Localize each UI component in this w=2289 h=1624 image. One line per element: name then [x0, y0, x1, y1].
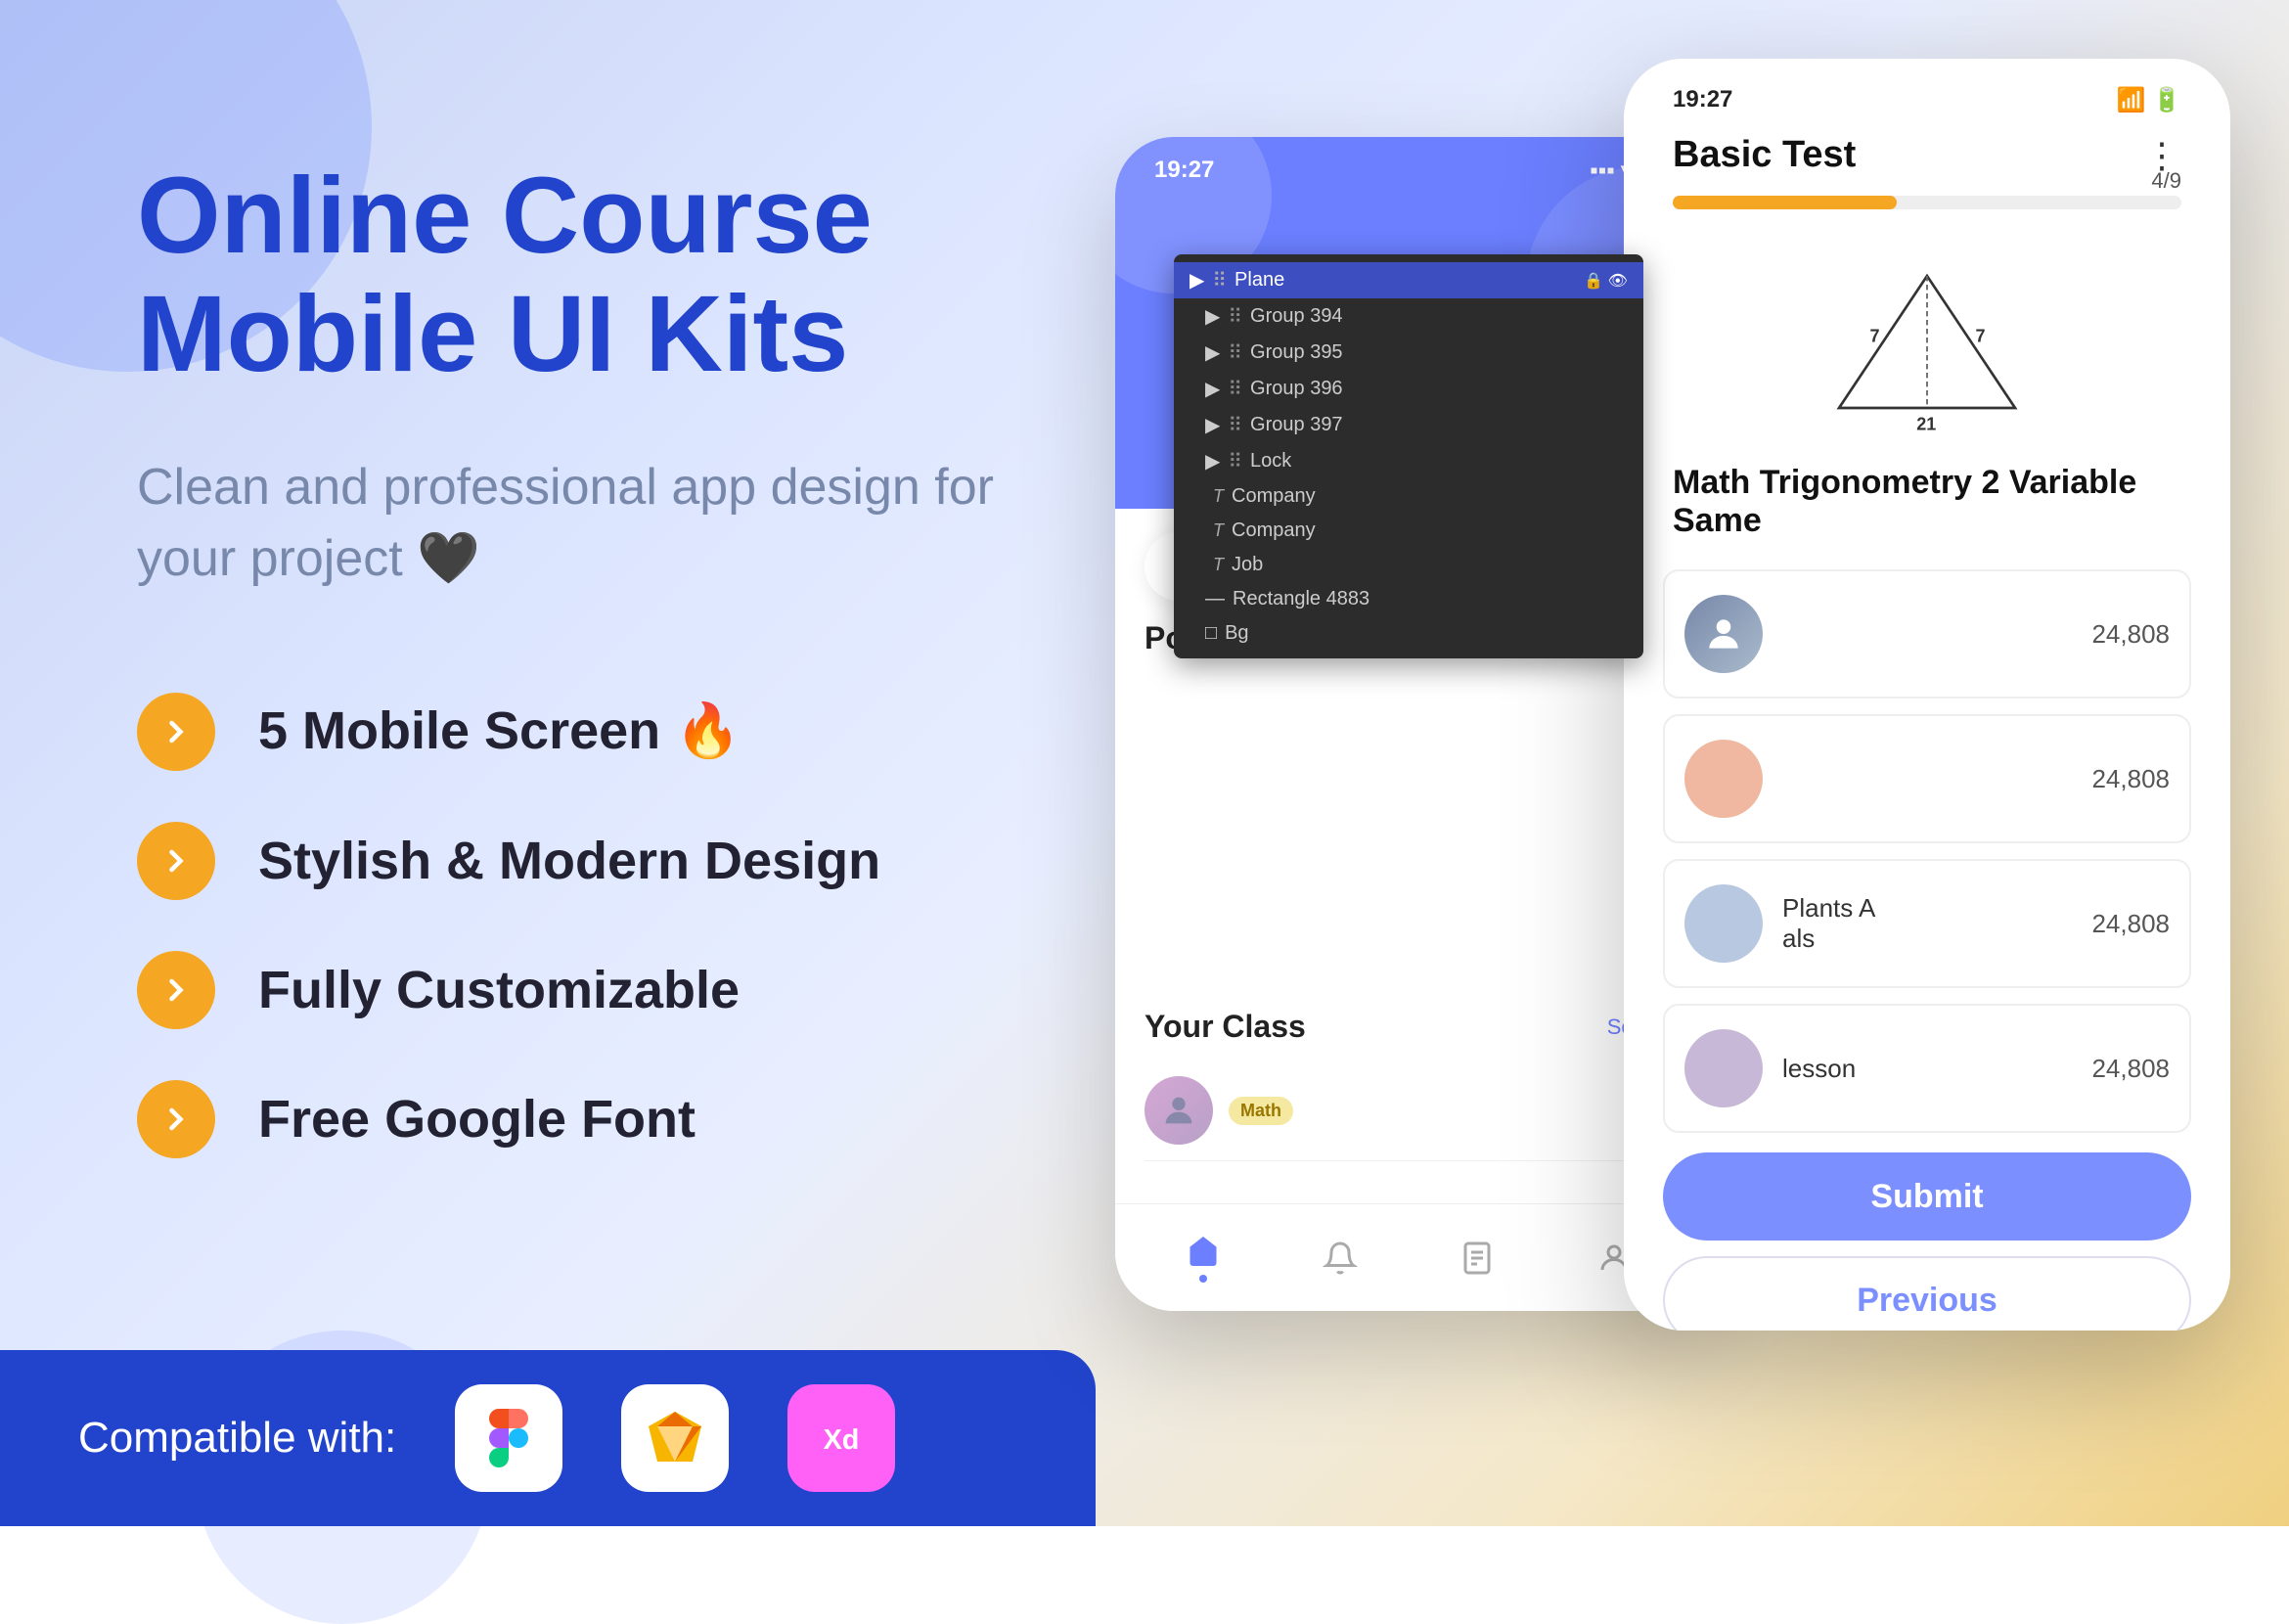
- phone1-bottom-nav: [1115, 1203, 1702, 1311]
- nav-bell[interactable]: [1323, 1241, 1358, 1276]
- phone2-progress-label: 4/9: [2151, 168, 2181, 194]
- left-content: Online Course Mobile UI Kits Clean and p…: [0, 0, 1096, 1370]
- phone1-class-item: Math: [1144, 1060, 1673, 1161]
- svg-text:21: 21: [1916, 415, 1936, 434]
- figma-panel-row-396: ▶ ⠿ Group 396: [1174, 371, 1643, 407]
- phone2-statusbar: 19:27 📶 🔋: [1624, 59, 2230, 114]
- figma-panel-row-job: T Job: [1174, 548, 1643, 582]
- phone2-progress-fill: [1673, 196, 1897, 209]
- figma-panel-row-395: ▶ ⠿ Group 395: [1174, 335, 1643, 371]
- phone1-body: Popular See all ▶ ⠿ Plane 🔒 👁 ▶ ⠿ Group …: [1115, 601, 1702, 1181]
- figma-panel: ▶ ⠿ Plane 🔒 👁 ▶ ⠿ Group 394 ▶ ⠿ Group 39…: [1174, 254, 1643, 658]
- phone2-submit-button[interactable]: Submit: [1663, 1152, 2191, 1241]
- phone1-mockup: 19:27 ▪▪▪ ▾ ▬ Welcome Gofar find a job a…: [1115, 137, 1702, 1311]
- nav-home[interactable]: [1186, 1234, 1221, 1283]
- phone2-answer-text-3: Plants Aals: [1782, 893, 1875, 954]
- feature-text-2: Stylish & Modern Design: [258, 831, 880, 891]
- phone2-answer-avatar-1: [1684, 595, 1763, 673]
- phone1-your-class-header: Your Class See all: [1144, 1009, 1673, 1045]
- feature-icon-1: [137, 693, 215, 771]
- feature-icon-2: [137, 822, 215, 900]
- phone2-answer-number-3: 24,808: [2091, 909, 2170, 939]
- phone2-title: Basic Test: [1673, 134, 1856, 176]
- figma-panel-row-company1: T Company: [1174, 479, 1643, 514]
- phone2-answer-number-2: 24,808: [2091, 764, 2170, 794]
- figma-panel-row-394: ▶ ⠿ Group 394: [1174, 298, 1643, 335]
- phone2-previous-button[interactable]: Previous: [1663, 1256, 2191, 1331]
- svg-text:7: 7: [1870, 327, 1880, 346]
- phone1-your-class: Your Class See all Math: [1144, 1009, 1673, 1161]
- feature-item-2: Stylish & Modern Design: [137, 822, 998, 900]
- feature-item-3: Fully Customizable: [137, 951, 998, 1029]
- phone2-answer-2[interactable]: 24,808: [1663, 714, 2191, 843]
- figma-panel-row-397: ▶ ⠿ Group 397: [1174, 407, 1643, 443]
- math-badge: Math: [1229, 1097, 1293, 1125]
- figma-panel-row-bg: □ Bg: [1174, 616, 1643, 651]
- page-background: Online Course Mobile UI Kits Clean and p…: [0, 0, 2289, 1526]
- phone2-body: Math Trigonometry 2 Variable Same 24,808…: [1624, 464, 2230, 1133]
- phone2-signal-icons: 📶 🔋: [2117, 86, 2181, 114]
- phone2-answer-4[interactable]: lesson 24,808: [1663, 1004, 2191, 1133]
- figma-panel-row-company2: T Company: [1174, 514, 1643, 548]
- main-title: Online Course Mobile UI Kits: [137, 157, 998, 393]
- phone2-question-title: Math Trigonometry 2 Variable Same: [1663, 464, 2191, 540]
- phone1-avatar: [1144, 1076, 1213, 1145]
- phone2-answer-number-1: 24,808: [2091, 619, 2170, 650]
- feature-icon-4: [137, 1080, 215, 1158]
- phone2-answer-1[interactable]: 24,808: [1663, 569, 2191, 699]
- phone2-time: 19:27: [1673, 86, 1732, 114]
- phone2-answer-number-4: 24,808: [2091, 1054, 2170, 1084]
- svg-text:7: 7: [1976, 327, 1986, 346]
- phone2-progress-bar: 4/9: [1673, 196, 2181, 209]
- heart-icon: 🖤: [417, 530, 480, 587]
- phone1-time: 19:27: [1154, 157, 1214, 185]
- sketch-badge: [621, 1384, 729, 1492]
- feature-text-3: Fully Customizable: [258, 960, 740, 1020]
- figma-panel-row-plane: ▶ ⠿ Plane 🔒 👁: [1174, 262, 1643, 298]
- phone2-header: Basic Test ⋮: [1624, 114, 2230, 196]
- subtitle: Clean and professional app design for yo…: [137, 452, 998, 595]
- nav-document[interactable]: [1459, 1241, 1495, 1276]
- feature-text-4: Free Google Font: [258, 1089, 696, 1150]
- phone2-answer-3[interactable]: Plants Aals 24,808: [1663, 859, 2191, 988]
- figma-panel-row-lock: ▶ ⠿ Lock: [1174, 443, 1643, 479]
- phones-container: 19:27 ▪▪▪ ▾ ▬ Welcome Gofar find a job a…: [1115, 59, 2230, 1487]
- phone2-mockup: 19:27 📶 🔋 Basic Test ⋮ 4/9 7: [1624, 59, 2230, 1331]
- bottom-bar: Compatible with:: [0, 1350, 1096, 1526]
- figma-badge: [455, 1384, 562, 1492]
- nav-home-dot: [1199, 1275, 1207, 1283]
- figma-panel-row-rect: — Rectangle 4883: [1174, 582, 1643, 616]
- svg-text:Xd: Xd: [824, 1424, 860, 1456]
- phone1-your-class-title: Your Class: [1144, 1009, 1306, 1045]
- phone2-answer-text-4: lesson: [1782, 1054, 1856, 1084]
- feature-item-4: Free Google Font: [137, 1080, 998, 1158]
- feature-text-1: 5 Mobile Screen 🔥: [258, 700, 741, 762]
- phone1-statusbar: 19:27 ▪▪▪ ▾ ▬: [1115, 157, 1702, 185]
- feature-list: 5 Mobile Screen 🔥 Stylish & Modern Desig…: [137, 693, 998, 1158]
- feature-item-1: 5 Mobile Screen 🔥: [137, 693, 998, 771]
- feature-icon-3: [137, 951, 215, 1029]
- compatible-label: Compatible with:: [78, 1414, 396, 1463]
- xd-badge: Xd: [787, 1384, 895, 1492]
- phone2-triangle-area: 7 7 21: [1673, 248, 2181, 444]
